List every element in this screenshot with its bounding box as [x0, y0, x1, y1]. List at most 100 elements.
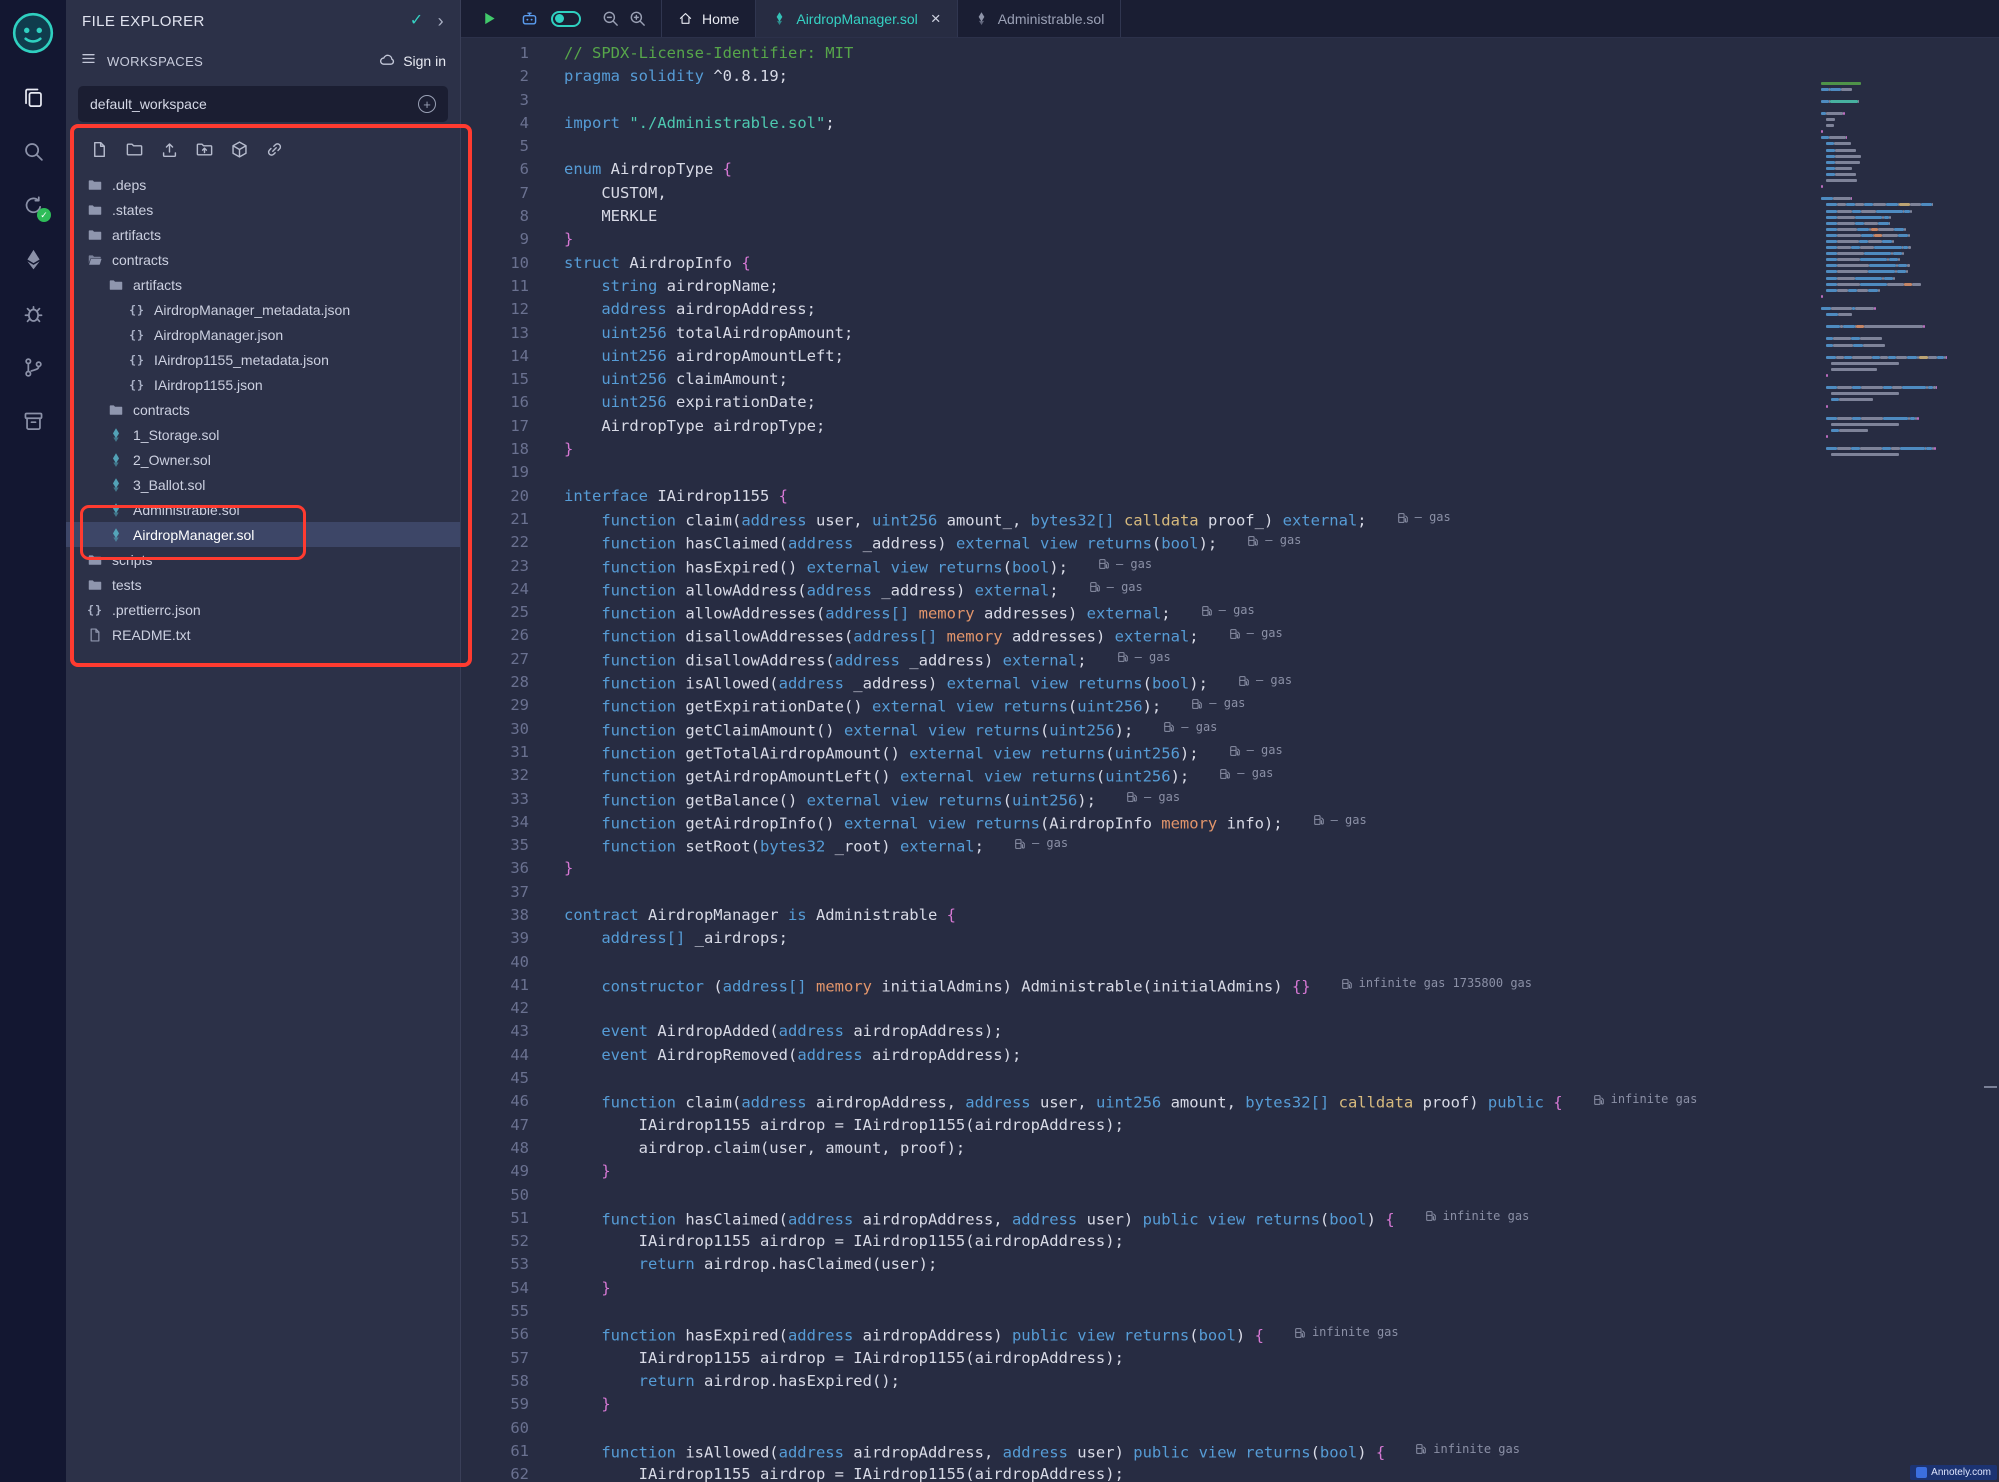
code-line[interactable]: 5 — [461, 135, 1999, 158]
copilot-toggle[interactable] — [551, 11, 581, 27]
sign-in-button[interactable]: Sign in — [378, 51, 446, 72]
minimap[interactable] — [1821, 80, 1947, 458]
code-line[interactable]: 10struct AirdropInfo { — [461, 252, 1999, 275]
code-line[interactable]: 50 — [461, 1184, 1999, 1207]
tree-item-scripts[interactable]: scripts — [66, 547, 460, 572]
code-line[interactable]: 25 function allowAddresses(address[] mem… — [461, 601, 1999, 624]
code-line[interactable]: 20interface IAirdrop1155 { — [461, 485, 1999, 508]
ai-assistant-icon[interactable] — [520, 9, 539, 28]
code-line[interactable]: 6enum AirdropType { — [461, 158, 1999, 181]
code-line[interactable]: 43 event AirdropAdded(address airdropAdd… — [461, 1020, 1999, 1043]
code-line[interactable]: 57 IAirdrop1155 airdrop = IAirdrop1155(a… — [461, 1347, 1999, 1370]
tree-item--prettierrc-json[interactable]: {}.prettierrc.json — [66, 597, 460, 622]
code-line[interactable]: 30 function getClaimAmount() external vi… — [461, 718, 1999, 741]
code-line[interactable]: 22 function hasClaimed(address _address)… — [461, 531, 1999, 554]
code-line[interactable]: 59 } — [461, 1393, 1999, 1416]
workspace-options-icon[interactable]: + — [418, 95, 436, 113]
tree-item-2-owner-sol[interactable]: 2_Owner.sol — [66, 447, 460, 472]
upload-file-icon[interactable] — [160, 140, 180, 160]
code-line[interactable]: 49 } — [461, 1160, 1999, 1183]
code-line[interactable]: 1// SPDX-License-Identifier: MIT — [461, 42, 1999, 65]
code-line[interactable]: 60 — [461, 1417, 1999, 1440]
tab-airdropmanager-sol[interactable]: AirdropManager.sol× — [755, 0, 957, 37]
code-line[interactable]: 21 function claim(address user, uint256 … — [461, 508, 1999, 531]
tree-item-contracts[interactable]: contracts — [66, 397, 460, 422]
git-icon[interactable] — [0, 340, 66, 394]
code-line[interactable]: 23 function hasExpired() external view r… — [461, 555, 1999, 578]
chevron-right-icon[interactable]: › — [438, 12, 444, 30]
close-tab-icon[interactable]: × — [931, 10, 941, 27]
code-line[interactable]: 17 AirdropType airdropType; — [461, 415, 1999, 438]
code-line[interactable]: 24 function allowAddress(address _addres… — [461, 578, 1999, 601]
code-line[interactable]: 3 — [461, 89, 1999, 112]
tree-item-tests[interactable]: tests — [66, 572, 460, 597]
code-line[interactable]: 8 MERKLE — [461, 205, 1999, 228]
create-folder-icon[interactable] — [125, 140, 145, 160]
code-line[interactable]: 62 IAirdrop1155 airdrop = IAirdrop1155(a… — [461, 1463, 1999, 1482]
tree-item--deps[interactable]: .deps — [66, 172, 460, 197]
deploy-run-icon[interactable] — [0, 232, 66, 286]
code-line[interactable]: 40 — [461, 951, 1999, 974]
tree-item-contracts[interactable]: contracts — [66, 247, 460, 272]
tree-item-iairdrop1155-json[interactable]: {}IAirdrop1155.json — [66, 372, 460, 397]
publish-gist-icon[interactable] — [265, 140, 285, 160]
code-line[interactable]: 27 function disallowAddress(address _add… — [461, 648, 1999, 671]
code-line[interactable]: 14 uint256 airdropAmountLeft; — [461, 345, 1999, 368]
code-line[interactable]: 38contract AirdropManager is Administrab… — [461, 904, 1999, 927]
code-line[interactable]: 29 function getExpirationDate() external… — [461, 694, 1999, 717]
code-line[interactable]: 13 uint256 totalAirdropAmount; — [461, 322, 1999, 345]
tree-item-readme-txt[interactable]: README.txt — [66, 622, 460, 647]
zoom-out-icon[interactable] — [601, 9, 620, 28]
plugin-manager-icon[interactable] — [0, 394, 66, 448]
run-script-button[interactable] — [481, 10, 498, 27]
code-line[interactable]: 19 — [461, 461, 1999, 484]
code-line[interactable]: 47 IAirdrop1155 airdrop = IAirdrop1155(a… — [461, 1114, 1999, 1137]
tab-administrable-sol[interactable]: Administrable.sol — [957, 0, 1122, 37]
code-line[interactable]: 51 function hasClaimed(address airdropAd… — [461, 1207, 1999, 1230]
file-explorer-icon[interactable] — [0, 70, 66, 124]
tab-home[interactable]: Home — [661, 0, 756, 37]
code-line[interactable]: 7 CUSTOM, — [461, 182, 1999, 205]
code-line[interactable]: 34 function getAirdropInfo() external vi… — [461, 811, 1999, 834]
publish-ipfs-icon[interactable] — [230, 140, 250, 160]
code-line[interactable]: 15 uint256 claimAmount; — [461, 368, 1999, 391]
code-editor[interactable]: 1// SPDX-License-Identifier: MIT2pragma … — [461, 38, 1999, 1482]
code-line[interactable]: 55 — [461, 1300, 1999, 1323]
code-line[interactable]: 28 function isAllowed(address _address) … — [461, 671, 1999, 694]
code-line[interactable]: 26 function disallowAddresses(address[] … — [461, 624, 1999, 647]
code-line[interactable]: 39 address[] _airdrops; — [461, 927, 1999, 950]
code-line[interactable]: 36} — [461, 857, 1999, 880]
code-line[interactable]: 9} — [461, 228, 1999, 251]
code-line[interactable]: 16 uint256 expirationDate; — [461, 391, 1999, 414]
code-line[interactable]: 58 return airdrop.hasExpired(); — [461, 1370, 1999, 1393]
code-line[interactable]: 32 function getAirdropAmountLeft() exter… — [461, 764, 1999, 787]
code-line[interactable]: 48 airdrop.claim(user, amount, proof); — [461, 1137, 1999, 1160]
tree-item-artifacts[interactable]: artifacts — [66, 222, 460, 247]
code-line[interactable]: 11 string airdropName; — [461, 275, 1999, 298]
tree-item-artifacts[interactable]: artifacts — [66, 272, 460, 297]
tree-item-administrable-sol[interactable]: Administrable.sol — [66, 497, 460, 522]
tree-item-airdropmanager-metadata-json[interactable]: {}AirdropManager_metadata.json — [66, 297, 460, 322]
code-line[interactable]: 37 — [461, 881, 1999, 904]
remix-logo[interactable] — [10, 10, 56, 56]
code-line[interactable]: 56 function hasExpired(address airdropAd… — [461, 1323, 1999, 1346]
code-line[interactable]: 18} — [461, 438, 1999, 461]
tree-item-airdropmanager-json[interactable]: {}AirdropManager.json — [66, 322, 460, 347]
search-icon[interactable] — [0, 124, 66, 178]
code-line[interactable]: 4import "./Administrable.sol"; — [461, 112, 1999, 135]
tree-item-iairdrop1155-metadata-json[interactable]: {}IAirdrop1155_metadata.json — [66, 347, 460, 372]
tree-item-3-ballot-sol[interactable]: 3_Ballot.sol — [66, 472, 460, 497]
code-line[interactable]: 54 } — [461, 1277, 1999, 1300]
create-file-icon[interactable] — [90, 140, 110, 160]
code-line[interactable]: 2pragma solidity ^0.8.19; — [461, 65, 1999, 88]
workspace-selector[interactable]: default_workspace + — [78, 86, 448, 122]
tree-item-airdropmanager-sol[interactable]: AirdropManager.sol — [66, 522, 460, 547]
zoom-in-icon[interactable] — [628, 9, 647, 28]
code-line[interactable]: 12 address airdropAddress; — [461, 298, 1999, 321]
code-line[interactable]: 46 function claim(address airdropAddress… — [461, 1090, 1999, 1113]
code-line[interactable]: 44 event AirdropRemoved(address airdropA… — [461, 1044, 1999, 1067]
code-line[interactable]: 31 function getTotalAirdropAmount() exte… — [461, 741, 1999, 764]
upload-folder-icon[interactable] — [195, 140, 215, 160]
code-line[interactable]: 53 return airdrop.hasClaimed(user); — [461, 1253, 1999, 1276]
tree-item-1-storage-sol[interactable]: 1_Storage.sol — [66, 422, 460, 447]
